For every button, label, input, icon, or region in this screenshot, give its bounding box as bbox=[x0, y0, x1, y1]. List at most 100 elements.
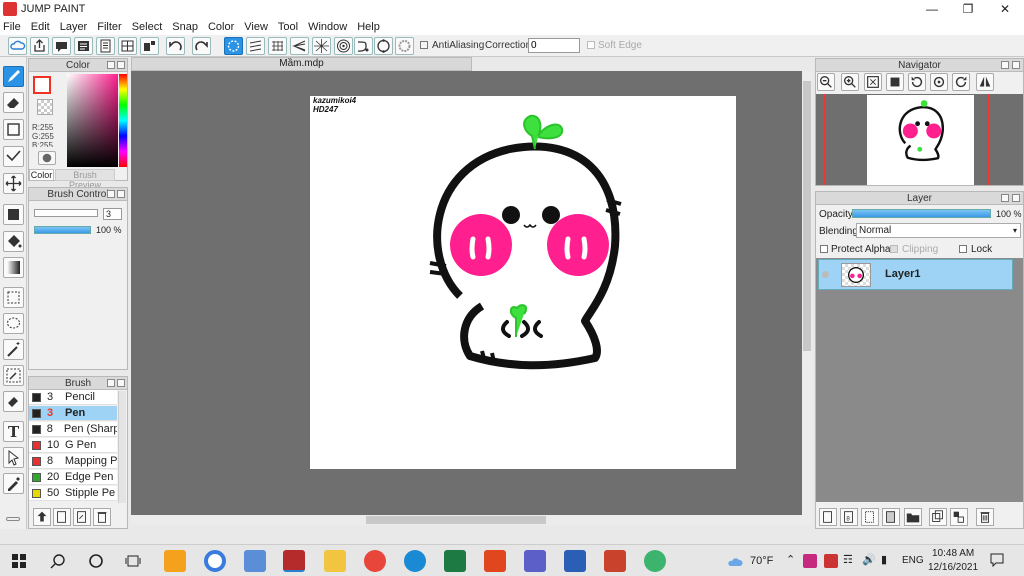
curve-snap-icon[interactable] bbox=[354, 37, 373, 55]
actual-size-icon[interactable] bbox=[886, 73, 904, 91]
flip-horizontal-icon[interactable] bbox=[976, 73, 994, 91]
weather-temp[interactable]: 70°F bbox=[750, 555, 773, 567]
palette-icon[interactable] bbox=[38, 151, 56, 165]
vertical-scroll-thumb[interactable] bbox=[803, 81, 811, 351]
panel-close-icon[interactable] bbox=[117, 379, 125, 387]
tray-app-icon[interactable] bbox=[803, 554, 817, 568]
protect-alpha-checkbox[interactable] bbox=[820, 245, 828, 253]
text-tool-icon[interactable]: T bbox=[3, 421, 24, 442]
panel-float-icon[interactable] bbox=[1001, 194, 1009, 202]
rectangle-tool-icon[interactable] bbox=[3, 119, 24, 140]
navigator-preview-area[interactable] bbox=[816, 94, 1023, 185]
select-rect-tool-icon[interactable] bbox=[3, 287, 24, 308]
clock-date[interactable]: 12/16/2021 bbox=[928, 562, 978, 573]
panel-float-icon[interactable] bbox=[1001, 61, 1009, 69]
drawing-canvas[interactable]: kazumikoi4 HD247 bbox=[310, 96, 736, 469]
office-icon[interactable] bbox=[484, 550, 506, 572]
eraser-tool-icon[interactable] bbox=[3, 92, 24, 113]
brush-size-slider[interactable] bbox=[34, 209, 98, 217]
brush-list-scrollbar[interactable] bbox=[118, 391, 126, 503]
volume-icon[interactable]: 🔊 bbox=[862, 553, 876, 566]
menu-tool[interactable]: Tool bbox=[278, 21, 298, 33]
battery-icon[interactable]: ▮ bbox=[881, 553, 887, 566]
horizontal-scroll-thumb[interactable] bbox=[366, 516, 546, 524]
chrome-icon[interactable] bbox=[364, 550, 386, 572]
brush-delete-icon[interactable] bbox=[93, 508, 111, 526]
windows-start-icon[interactable] bbox=[12, 554, 26, 568]
chrome-profile-icon[interactable] bbox=[204, 550, 226, 572]
taskbar-app-icon[interactable] bbox=[164, 550, 186, 572]
search-icon[interactable] bbox=[50, 553, 66, 569]
panel-float-icon[interactable] bbox=[107, 61, 115, 69]
correction-input[interactable] bbox=[528, 38, 580, 53]
brush-item-mapping-pen[interactable]: 8 Mapping P bbox=[29, 454, 117, 469]
task-view-icon[interactable] bbox=[125, 553, 141, 569]
panel-close-icon[interactable] bbox=[1012, 61, 1020, 69]
teams-icon[interactable] bbox=[524, 550, 546, 572]
layer-opacity-slider[interactable] bbox=[852, 209, 991, 218]
fill-rect-tool-icon[interactable] bbox=[3, 204, 24, 225]
bucket-tool-icon[interactable] bbox=[3, 231, 24, 252]
move-tool-icon[interactable] bbox=[3, 173, 24, 194]
background-color-swatch[interactable] bbox=[37, 99, 53, 115]
blending-select[interactable]: Normal ▾ bbox=[856, 223, 1021, 238]
rotate-reset-icon[interactable] bbox=[930, 73, 948, 91]
brush-preview-tab[interactable]: Brush Preview bbox=[55, 169, 115, 190]
document-tab[interactable]: Mầm.mdp bbox=[131, 57, 472, 71]
new-tone-layer-icon[interactable] bbox=[882, 508, 900, 526]
radial-snap-icon[interactable] bbox=[312, 37, 331, 55]
minimize-icon[interactable]: — bbox=[914, 0, 950, 18]
canvas-horizontal-scrollbar[interactable] bbox=[131, 515, 812, 525]
parallel-snap-icon[interactable] bbox=[246, 37, 265, 55]
panel-close-icon[interactable] bbox=[117, 61, 125, 69]
color-picker-area[interactable] bbox=[67, 74, 118, 167]
brush-tool-icon[interactable] bbox=[3, 66, 24, 87]
brush-item-edge-pen[interactable]: 20 Edge Pen bbox=[29, 470, 117, 485]
undo-icon[interactable] bbox=[166, 37, 185, 55]
brush-item-pen[interactable]: 3 Pen bbox=[29, 406, 117, 421]
redo-icon[interactable] bbox=[192, 37, 211, 55]
select-pen-icon[interactable] bbox=[3, 365, 24, 386]
panel-layout-icon[interactable] bbox=[140, 37, 159, 55]
shape-snap-icon[interactable] bbox=[374, 37, 393, 55]
maximize-icon[interactable]: ❐ bbox=[950, 0, 986, 18]
edge-icon[interactable] bbox=[404, 550, 426, 572]
gradient-tool-icon[interactable] bbox=[3, 257, 24, 278]
menu-file[interactable]: File bbox=[3, 21, 21, 33]
notification-icon[interactable] bbox=[990, 553, 1004, 568]
grid-snap-icon[interactable] bbox=[268, 37, 287, 55]
excel-icon[interactable] bbox=[444, 550, 466, 572]
chevron-up-icon[interactable]: ⌃ bbox=[786, 553, 795, 566]
brush-settings-icon[interactable] bbox=[73, 508, 91, 526]
menu-filter[interactable]: Filter bbox=[97, 21, 121, 33]
menu-select[interactable]: Select bbox=[132, 21, 163, 33]
foreground-color-swatch[interactable] bbox=[33, 76, 51, 94]
select-eraser-icon[interactable] bbox=[3, 391, 24, 412]
menu-help[interactable]: Help bbox=[357, 21, 380, 33]
word-icon[interactable] bbox=[564, 550, 586, 572]
grid-layout-icon[interactable] bbox=[118, 37, 137, 55]
new-layer-icon[interactable] bbox=[819, 508, 837, 526]
panel-close-icon[interactable] bbox=[117, 190, 125, 198]
language-indicator[interactable]: ENG bbox=[902, 555, 924, 566]
menu-window[interactable]: Window bbox=[308, 21, 347, 33]
rotate-right-icon[interactable] bbox=[952, 73, 970, 91]
brush-item-g-pen[interactable]: 10 G Pen bbox=[29, 438, 117, 453]
tool-strip-handle[interactable] bbox=[6, 517, 20, 521]
operation-tool-icon[interactable] bbox=[3, 447, 24, 468]
document-icon[interactable] bbox=[96, 37, 115, 55]
comment-list-icon[interactable] bbox=[74, 37, 93, 55]
color-tab[interactable]: Color bbox=[29, 169, 54, 181]
export-icon[interactable] bbox=[30, 37, 49, 55]
comment-icon[interactable] bbox=[52, 37, 71, 55]
panel-close-icon[interactable] bbox=[1012, 194, 1020, 202]
brush-item-pen-sharp[interactable]: 8 Pen (Sharp bbox=[29, 422, 117, 437]
hue-slider[interactable] bbox=[119, 74, 127, 167]
store-icon[interactable] bbox=[244, 550, 266, 572]
new-layer-1bit-icon[interactable] bbox=[861, 508, 879, 526]
brush-new-icon[interactable] bbox=[53, 508, 71, 526]
settings-gear-icon[interactable] bbox=[395, 37, 414, 55]
brush-add-icon[interactable] bbox=[33, 508, 51, 526]
lasso-tool-icon[interactable] bbox=[3, 313, 24, 334]
tray-app-icon[interactable] bbox=[824, 554, 838, 568]
